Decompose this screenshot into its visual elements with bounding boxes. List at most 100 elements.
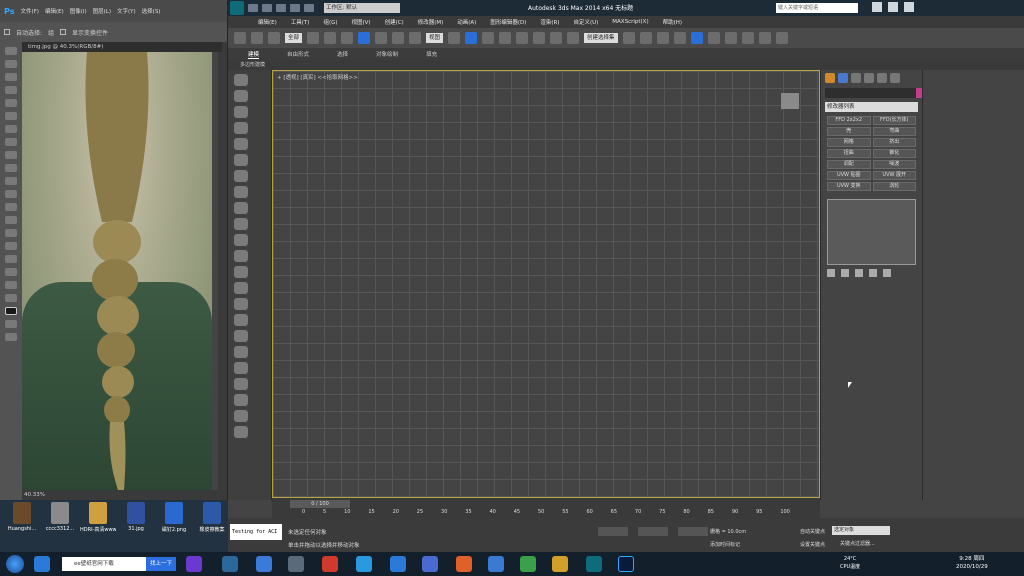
unlink-icon[interactable] — [251, 32, 263, 44]
material-editor-icon[interactable] — [724, 32, 737, 44]
move-icon[interactable] — [375, 32, 388, 44]
select-by-name-icon[interactable] — [324, 32, 337, 44]
color-swatch-icon[interactable] — [5, 307, 17, 315]
pyramid-icon[interactable] — [234, 346, 248, 358]
tree-icon[interactable] — [234, 378, 248, 390]
minimize-icon[interactable] — [872, 2, 882, 12]
gradient-tool-icon[interactable] — [5, 190, 17, 198]
modifier-button[interactable]: FFD(长方体) — [872, 116, 916, 125]
window-crossing-icon[interactable] — [358, 32, 371, 44]
ps-menu-image[interactable]: 图像(I) — [70, 7, 87, 15]
ps-menu-edit[interactable]: 编辑(E) — [45, 7, 64, 15]
shape-tool-icon[interactable] — [5, 268, 17, 276]
move-tool-icon[interactable] — [5, 47, 17, 55]
ps-document-tab[interactable]: timg.jpg @ 40.3%(RGB/8#) — [22, 42, 222, 52]
ie-icon[interactable] — [390, 556, 406, 572]
hand-tool-icon[interactable] — [5, 281, 17, 289]
magic-wand-icon[interactable] — [5, 86, 17, 94]
tab-object-paint[interactable]: 对象绘制 — [376, 50, 398, 58]
teapot-icon[interactable] — [234, 74, 248, 86]
ps-menu-layer[interactable]: 图层(L) — [93, 7, 111, 15]
viewport-label[interactable]: + [透视] [真实] <<拾取网格>> — [277, 73, 358, 81]
camera-icon[interactable] — [234, 154, 248, 166]
brush-tool-icon[interactable] — [5, 138, 17, 146]
max-menu-item[interactable]: 工具(T) — [291, 18, 310, 26]
align-icon[interactable] — [639, 32, 652, 44]
link-icon[interactable] — [234, 32, 246, 44]
plane-icon[interactable] — [234, 106, 248, 118]
mail-icon[interactable] — [488, 556, 504, 572]
pivot-icon[interactable] — [448, 32, 461, 44]
modifier-button[interactable]: 挤出 — [872, 138, 916, 147]
firefox-icon[interactable] — [456, 556, 472, 572]
time-slider[interactable]: 0 / 100 — [290, 500, 350, 508]
auto-select-dropdown[interactable]: 组 — [48, 28, 54, 37]
desktop-file-icon[interactable]: 橡皮擦教案 — [194, 502, 230, 550]
percent-snap-icon[interactable] — [533, 32, 546, 44]
undo-icon[interactable] — [290, 4, 300, 12]
tube-icon[interactable] — [234, 298, 248, 310]
max-menu-item[interactable]: 组(G) — [323, 18, 337, 26]
ps-vertical-scrollbar[interactable] — [212, 52, 218, 490]
paint-icon[interactable] — [234, 330, 248, 342]
new-file-icon[interactable] — [248, 4, 258, 12]
schematic-view-icon[interactable] — [707, 32, 720, 44]
box-icon[interactable] — [234, 90, 248, 102]
set-key-label[interactable]: 设置关键点 — [800, 541, 825, 548]
timeline-ticks[interactable]: 0 5 10 15 20 25 30 35 40 45 50 55 60 65 70 75 80 85 90 95 10… — [272, 509, 820, 518]
object-name-field[interactable] — [825, 88, 924, 98]
modifier-button[interactable]: 涡轮 — [872, 182, 916, 191]
render-icon[interactable] — [775, 32, 788, 44]
zoom-tool-icon[interactable] — [5, 294, 17, 302]
configure-sets-icon[interactable] — [883, 269, 891, 277]
spline-icon[interactable] — [234, 314, 248, 326]
360-icon[interactable] — [520, 556, 536, 572]
create-tab-icon[interactable] — [825, 73, 835, 83]
tab-modeling[interactable]: 建模 — [248, 50, 260, 59]
keyboard-shortcut-icon[interactable] — [482, 32, 495, 44]
modifier-button[interactable]: 噪波 — [872, 160, 916, 169]
hierarchy-tab-icon[interactable] — [851, 73, 861, 83]
eraser-tool-icon[interactable] — [5, 177, 17, 185]
visual-studio-icon[interactable] — [186, 556, 202, 572]
spacewarp-icon[interactable] — [234, 186, 248, 198]
tab-populate[interactable]: 填充 — [426, 50, 437, 58]
modifier-button[interactable]: 锥化 — [872, 149, 916, 158]
start-button-icon[interactable] — [6, 555, 24, 573]
desktop-file-icon[interactable]: 31.jpg — [118, 502, 154, 550]
desktop-file-icon[interactable]: 磁钉2.png — [156, 502, 192, 550]
helper-icon[interactable] — [234, 170, 248, 182]
max-menu-item[interactable]: 图形编辑器(D) — [490, 18, 526, 26]
snap-toggle-icon[interactable] — [499, 32, 512, 44]
rotate-icon[interactable] — [392, 32, 405, 44]
ps-menu-type[interactable]: 文字(Y) — [117, 7, 136, 15]
material-icon[interactable] — [234, 394, 248, 406]
crop-tool-icon[interactable] — [5, 99, 17, 107]
show-transform-checkbox[interactable] — [60, 29, 67, 35]
edge-icon[interactable] — [222, 556, 238, 572]
modifier-button[interactable]: 调配 — [827, 160, 871, 169]
modifier-button[interactable]: 壳 — [827, 127, 871, 136]
light-icon[interactable] — [234, 138, 248, 150]
modifier-button[interactable]: UVW 贴图 — [827, 171, 871, 180]
max-menu-item[interactable]: 编辑(E) — [258, 18, 277, 26]
motion-tab-icon[interactable] — [864, 73, 874, 83]
graphite-toggle-icon[interactable] — [673, 32, 686, 44]
open-file-icon[interactable] — [262, 4, 272, 12]
taskbar-search-input[interactable]: ee壁纸官网下载 — [62, 557, 146, 571]
modifier-button[interactable]: FFD 2x2x2 — [827, 116, 871, 125]
max-menu-item[interactable]: 自定义(U) — [573, 18, 598, 26]
max-menu-item[interactable]: 动画(A) — [457, 18, 476, 26]
max-menu-item[interactable]: MAXScript(X) — [612, 19, 648, 25]
maximize-icon[interactable] — [888, 2, 898, 12]
3dsmax-taskbar-icon[interactable] — [586, 556, 602, 572]
render-frame-icon[interactable] — [758, 32, 771, 44]
max-menu-item[interactable]: 渲染(R) — [540, 18, 559, 26]
modifier-list-dropdown[interactable]: 修改器列表 — [825, 102, 918, 112]
utilities-tab-icon[interactable] — [890, 73, 900, 83]
perspective-viewport[interactable]: + [透视] [真实] <<拾取网格>> — [272, 70, 820, 498]
remove-modifier-icon[interactable] — [869, 269, 877, 277]
sphere-icon[interactable] — [234, 218, 248, 230]
systems-icon[interactable] — [234, 202, 248, 214]
blur-tool-icon[interactable] — [5, 203, 17, 211]
